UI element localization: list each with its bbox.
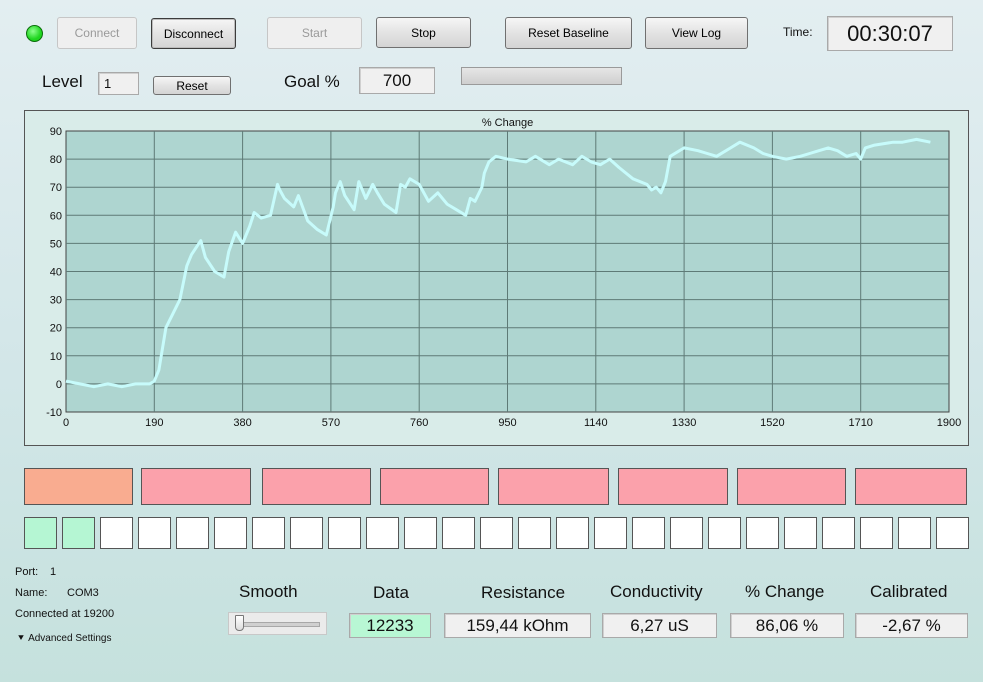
x-tick-label: 1330 (672, 417, 696, 429)
reset-baseline-button[interactable]: Reset Baseline (505, 17, 632, 49)
x-tick-label: 0 (63, 417, 69, 429)
y-tick-label: 70 (50, 182, 62, 194)
indicator-cell (404, 517, 437, 549)
y-tick-label: -10 (46, 407, 62, 419)
indicator-bar (855, 468, 967, 505)
level-label: Level (42, 72, 83, 91)
indicator-cell (252, 517, 285, 549)
indicator-cell (290, 517, 323, 549)
smooth-slider-track (235, 622, 320, 627)
x-tick-label: 950 (498, 417, 516, 429)
view-log-button[interactable]: View Log (645, 17, 748, 49)
indicator-cell (480, 517, 513, 549)
level-reset-button[interactable]: Reset (153, 76, 231, 95)
x-tick-label: 1140 (584, 417, 608, 429)
indicator-cell (746, 517, 779, 549)
indicator-bar (262, 468, 371, 505)
calibrated-label: Calibrated (870, 582, 948, 601)
port-value: 1 (50, 566, 57, 578)
percent-change-chart: 0 190 380 570 760 950 1140 1330 1520 1710 1900-100… (46, 117, 961, 429)
indicator-bar (498, 468, 609, 505)
percent-change-label: % Change (745, 582, 825, 601)
y-tick-label: 20 (50, 323, 62, 335)
x-tick-label: 570 (322, 417, 340, 429)
y-tick-label: 0 (56, 379, 62, 391)
indicator-cell (24, 517, 57, 549)
indicator-cell (518, 517, 551, 549)
data-label: Data (373, 583, 409, 602)
indicator-bar (618, 468, 728, 505)
resistance-value: 159,44 kOhm (444, 613, 591, 638)
data-value: 12233 (349, 613, 431, 638)
indicator-cell (100, 517, 133, 549)
indicator-bar (737, 468, 846, 505)
x-tick-label: 380 (233, 417, 251, 429)
x-tick-label: 1710 (848, 417, 872, 429)
indicator-cell (556, 517, 589, 549)
smooth-label: Smooth (239, 582, 298, 601)
goal-input[interactable]: 700 (359, 67, 435, 94)
indicator-cell (822, 517, 855, 549)
y-tick-label: 40 (50, 267, 62, 279)
advanced-settings-label: Advanced Settings (28, 633, 112, 644)
conductivity-value: 6,27 uS (602, 613, 717, 638)
y-tick-label: 50 (50, 238, 62, 250)
x-tick-label: 1520 (760, 417, 784, 429)
name-label: Name: (15, 587, 48, 599)
port-label: Port: (15, 566, 39, 578)
indicator-cell (328, 517, 361, 549)
indicator-cell (784, 517, 817, 549)
indicator-bar (380, 468, 489, 505)
y-tick-label: 90 (50, 126, 62, 138)
x-tick-label: 760 (410, 417, 428, 429)
chart-panel: 0 190 380 570 760 950 1140 1330 1520 1710 1900 -10 0… (24, 110, 969, 446)
connect-button[interactable]: Connect (57, 17, 137, 49)
time-display: 00:30:07 (827, 16, 953, 51)
indicator-cell (138, 517, 171, 549)
indicator-cell (176, 517, 209, 549)
goal-progress-bar (461, 67, 622, 85)
indicator-cell (708, 517, 741, 549)
indicator-bar (24, 468, 133, 505)
y-tick-label: 60 (50, 210, 62, 222)
indicator-cell (632, 517, 665, 549)
indicator-cell (594, 517, 627, 549)
indicator-cell (670, 517, 703, 549)
name-value: COM3 (67, 587, 99, 599)
y-tick-label: 80 (50, 154, 62, 166)
y-tick-label: 10 (50, 351, 62, 363)
x-tick-label: 190 (145, 417, 163, 429)
indicator-cell (936, 517, 969, 549)
connected-status-text: Connected at 19200 (15, 608, 115, 620)
start-button[interactable]: Start (267, 17, 362, 49)
smooth-slider[interactable] (228, 612, 327, 635)
conductivity-label: Conductivity (610, 582, 703, 601)
goal-label: Goal % (284, 72, 340, 91)
indicator-cell (898, 517, 931, 549)
chart-title: % Change (482, 117, 533, 129)
connection-status-led (26, 25, 43, 42)
y-tick-label: 30 (50, 295, 62, 307)
indicator-cell (214, 517, 247, 549)
advanced-settings-toggle[interactable]: ⯆ Advanced Settings (17, 633, 111, 644)
smooth-slider-thumb[interactable] (235, 615, 244, 631)
level-input[interactable]: 1 (98, 72, 139, 95)
percent-change-value: 86,06 % (730, 613, 844, 638)
double-chevron-down-icon: ⯆ (17, 633, 26, 644)
resistance-label: Resistance (481, 583, 566, 602)
indicator-cell (442, 517, 475, 549)
disconnect-button[interactable]: Disconnect (151, 18, 236, 49)
x-tick-label: 1900 (937, 417, 961, 429)
indicator-cell (366, 517, 399, 549)
indicator-bar (141, 468, 251, 505)
calibrated-value: -2,67 % (855, 613, 968, 638)
stop-button[interactable]: Stop (376, 17, 471, 48)
indicator-cell (62, 517, 95, 549)
indicator-cell (860, 517, 893, 549)
time-label: Time: (783, 25, 813, 39)
